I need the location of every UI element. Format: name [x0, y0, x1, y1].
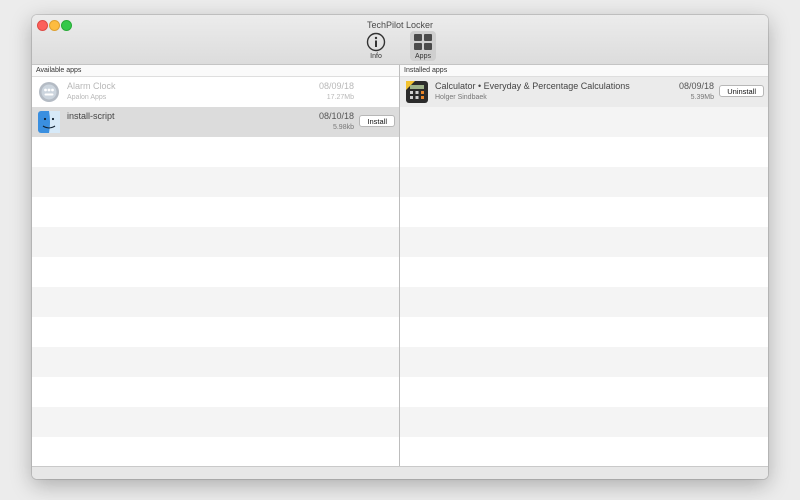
app-name: Calculator • Everyday & Percentage Calcu… — [435, 81, 630, 91]
uninstall-button[interactable]: Uninstall — [719, 85, 764, 97]
app-date: 08/09/18 — [318, 81, 354, 91]
app-date: 08/10/18 — [318, 111, 354, 121]
installed-apps-panel: Installed apps Calculator • Everyday & P… — [400, 65, 768, 466]
list-item[interactable]: Alarm Clock Apalon Apps 08/09/18 17.27Mb — [32, 77, 399, 107]
app-publisher: Holger Sindbaek — [435, 94, 487, 101]
info-icon — [366, 32, 386, 52]
toolbar-apps-button[interactable]: Apps — [410, 31, 436, 61]
installed-apps-list[interactable]: Calculator • Everyday & Percentage Calcu… — [400, 77, 768, 466]
app-name: install-script — [67, 111, 115, 121]
list-item[interactable]: Calculator • Everyday & Percentage Calcu… — [400, 77, 768, 107]
apps-grid-icon — [414, 34, 432, 50]
title-bar: TechPilot Locker Info Apps — [32, 15, 768, 65]
app-size: 17.27Mb — [326, 94, 354, 101]
app-size: 5.39Mb — [690, 94, 714, 101]
available-apps-header: Available apps — [32, 65, 399, 77]
calculator-app-icon — [406, 81, 428, 103]
alarm-clock-app-icon — [39, 82, 59, 102]
list-item[interactable]: install-script 08/10/18 5.98kb Install — [32, 107, 399, 137]
installed-apps-header: Installed apps — [400, 65, 768, 77]
app-date: 08/09/18 — [678, 81, 714, 91]
toolbar-info-button[interactable]: Info — [363, 31, 389, 61]
app-window: TechPilot Locker Info Apps Available app… — [32, 15, 768, 479]
app-size: 5.98kb — [332, 124, 354, 131]
toolbar-apps-label: Apps — [415, 53, 431, 60]
available-apps-list[interactable]: Alarm Clock Apalon Apps 08/09/18 17.27Mb… — [32, 77, 399, 466]
app-name: Alarm Clock — [67, 81, 116, 91]
toolbar-info-label: Info — [370, 53, 382, 60]
available-apps-panel: Available apps Alarm Clock Apalon Apps 0… — [32, 65, 400, 466]
install-button[interactable]: Install — [359, 115, 395, 127]
bottom-bar — [32, 466, 768, 479]
window-title: TechPilot Locker — [366, 20, 434, 30]
finder-app-icon — [38, 111, 60, 133]
app-publisher: Apalon Apps — [67, 94, 107, 101]
